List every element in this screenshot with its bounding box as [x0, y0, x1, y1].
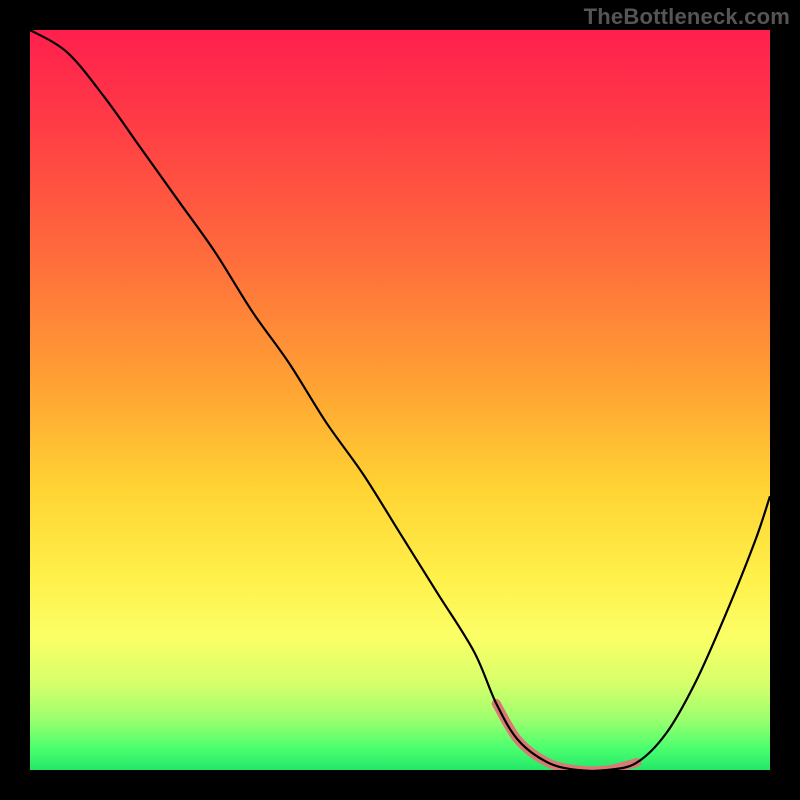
curve-svg — [30, 30, 770, 770]
watermark-text: TheBottleneck.com — [584, 4, 790, 30]
bottleneck-curve-line — [30, 30, 770, 770]
plot-area — [30, 30, 770, 770]
optimal-range-marker — [496, 703, 637, 770]
chart-frame: TheBottleneck.com — [0, 0, 800, 800]
